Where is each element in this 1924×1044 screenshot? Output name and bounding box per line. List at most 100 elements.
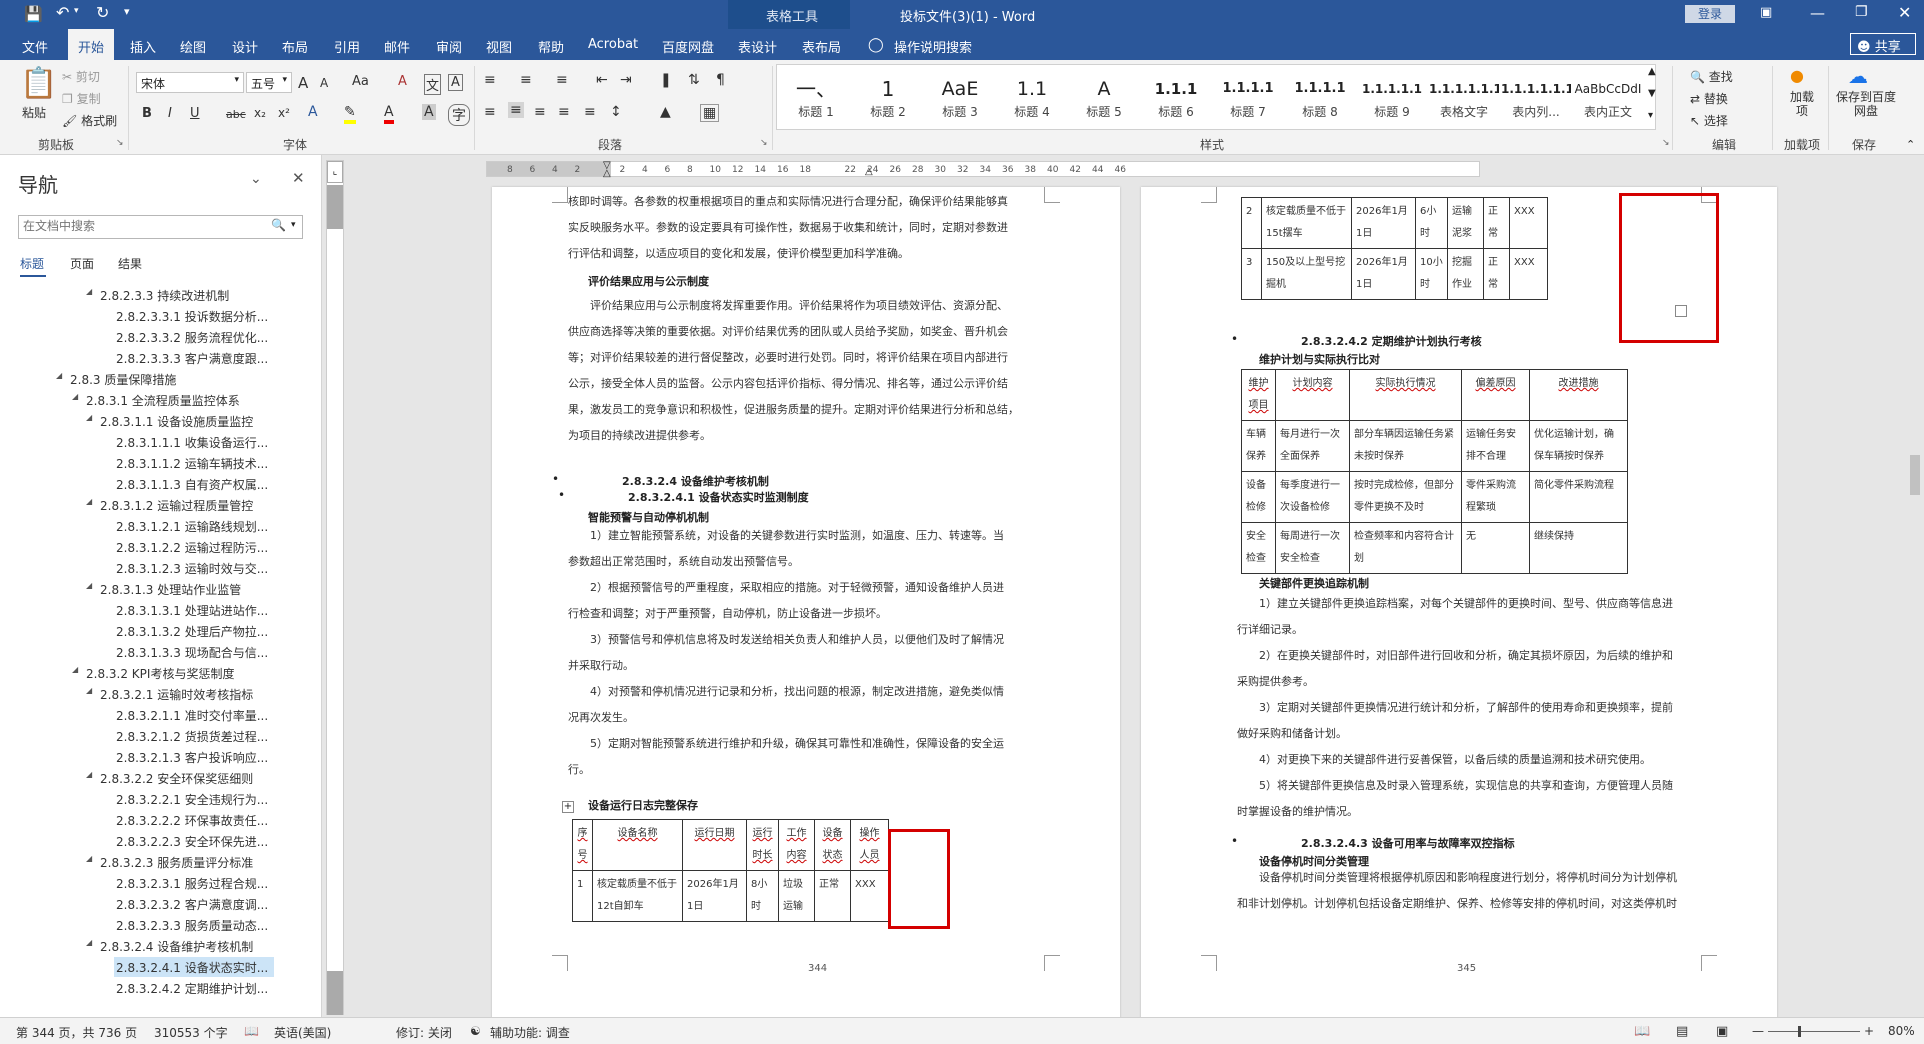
chinese-layout-icon[interactable]: ❚ [660, 72, 672, 88]
print-layout-icon[interactable]: ▤ [1676, 1024, 1688, 1039]
save-to-baidu-button[interactable]: 保存到百度网盘 [1836, 90, 1896, 118]
table-cell[interactable]: 挖掘作业 [1447, 248, 1484, 300]
nav-heading-item[interactable]: 2.8.3.2.2.3 安全环保先进... [114, 831, 344, 851]
distributed-icon[interactable]: ≡ [584, 104, 596, 120]
login-button[interactable]: 登录 [1685, 5, 1735, 23]
style-item[interactable]: AaE 标题 3 [925, 73, 995, 129]
nav-heading-item[interactable]: 2.8.3.2.3 服务质量评分标准 [98, 852, 328, 872]
expand-collapse-icon[interactable]: ◢ [86, 686, 92, 695]
style-item[interactable]: A 标题 5 [1069, 73, 1139, 129]
tab-design[interactable]: 设计 [232, 37, 258, 56]
nav-heading-item[interactable]: 2.8.3.1.2.3 运输时效与交... [114, 558, 344, 578]
read-mode-icon[interactable]: 📖 [1634, 1024, 1650, 1039]
table-cell[interactable]: 10小时 [1415, 248, 1448, 300]
table-cell[interactable]: 1 [572, 870, 593, 922]
expand-collapse-icon[interactable]: ◢ [72, 392, 78, 401]
table-cell[interactable]: 8小时 [746, 870, 779, 922]
multilevel-list-icon[interactable]: ≡ [556, 72, 568, 88]
table-cell[interactable]: 正常 [814, 870, 851, 922]
expand-collapse-icon[interactable]: ◢ [86, 770, 92, 779]
table-cell[interactable]: 每季度进行一次设备检修 [1275, 471, 1350, 523]
tab-baidu[interactable]: 百度网盘 [662, 37, 714, 56]
expand-collapse-icon[interactable]: ◢ [86, 287, 92, 296]
align-center-icon[interactable]: ≡ [508, 102, 524, 118]
nav-heading-item[interactable]: 2.8.3.2.2.1 安全违规行为... [114, 789, 344, 809]
bold-button[interactable]: B [142, 106, 152, 121]
tab-selector[interactable]: ⌞ [327, 161, 343, 183]
increase-indent-icon[interactable]: ⇥ [620, 72, 632, 88]
close-icon[interactable]: ✕ [1898, 3, 1911, 22]
table-cell[interactable]: XXX [1509, 248, 1548, 300]
table-cell[interactable]: 正常 [1483, 197, 1510, 249]
gallery-scroll-up-icon[interactable]: ▲ [1648, 66, 1656, 77]
paste-icon[interactable]: 📋 [20, 66, 57, 101]
replace-button[interactable]: ⇄ 替换 [1690, 90, 1728, 107]
font-name-combo[interactable]: 宋体 ▾ [136, 72, 244, 93]
justify-icon[interactable]: ≡ [558, 104, 570, 120]
table-cell[interactable]: 垃圾运输 [778, 870, 815, 922]
table-cell[interactable]: 2026年1月1日 [1351, 197, 1416, 249]
nav-heading-item[interactable]: 2.8.3.2.1.1 准时交付率量... [114, 705, 344, 725]
nav-heading-item[interactable]: 2.8.3.2.4.2 定期维护计划... [114, 978, 344, 998]
nav-heading-item[interactable]: 2.8.3.1.1.2 运输车辆技术... [114, 453, 344, 473]
table-cell[interactable]: 继续保持 [1529, 522, 1628, 574]
nav-heading-item[interactable]: 2.8.3.1.2.2 运输过程防污... [114, 537, 344, 557]
table-cell[interactable]: 正常 [1483, 248, 1510, 300]
cut-button[interactable]: ✂ 剪切 [62, 68, 100, 85]
dialog-launcher-icon[interactable]: ↘ [1662, 138, 1670, 148]
table-cell[interactable]: 零件采购流程繁琐 [1461, 471, 1530, 523]
ribbon-display-icon[interactable]: ▣ [1760, 5, 1772, 20]
dialog-launcher-icon[interactable]: ↘ [760, 138, 768, 148]
nav-heading-item[interactable]: 2.8.3.1.1 设备设施质量监控 [98, 411, 328, 431]
font-size-combo[interactable]: 五号 ▾ [246, 72, 292, 93]
gallery-scroll-down-icon[interactable]: ▼ [1648, 88, 1656, 99]
style-item[interactable]: 1.1.1.1.1.1 表格文字 [1429, 73, 1499, 129]
hanging-indent-marker[interactable]: △ [603, 168, 611, 179]
search-options-icon[interactable]: ▾ [291, 220, 296, 230]
table-move-handle-icon[interactable]: + [562, 801, 574, 813]
undo-icon[interactable]: ↶ [56, 3, 69, 22]
shrink-font-button[interactable]: A [320, 76, 328, 90]
word-count[interactable]: 310553 个字 [154, 1024, 228, 1041]
nav-heading-item[interactable]: 2.8.2.3.3 持续改进机制 [98, 285, 328, 305]
tab-insert[interactable]: 插入 [130, 37, 156, 56]
tab-view[interactable]: 视图 [486, 37, 512, 56]
table-cell[interactable]: 3 [1241, 248, 1262, 300]
table-cell[interactable]: 每周进行一次安全检查 [1275, 522, 1350, 574]
tell-me-search[interactable]: 操作说明搜索 [894, 37, 972, 56]
search-icon[interactable]: 🔍 [271, 218, 286, 232]
borders-icon[interactable]: ▦ [700, 104, 720, 122]
tab-mailings[interactable]: 邮件 [384, 37, 410, 56]
maximize-icon[interactable]: ❐ [1855, 4, 1868, 20]
customize-qat-icon[interactable]: ▾ [124, 5, 130, 18]
char-shading-icon[interactable]: A [422, 104, 436, 120]
table-cell[interactable]: 安全检查 [1241, 522, 1276, 574]
table-cell[interactable]: 检查频率和内容符合计划 [1349, 522, 1462, 574]
paste-button[interactable]: 粘贴 [22, 104, 46, 121]
save-icon[interactable]: 💾 [24, 5, 43, 23]
gallery-more-icon[interactable]: ▾ [1648, 110, 1653, 121]
tab-acrobat[interactable]: Acrobat [588, 37, 638, 52]
decrease-indent-icon[interactable]: ⇤ [596, 72, 608, 88]
change-case-button[interactable]: Aa [352, 74, 369, 89]
table-cell[interactable]: 2026年1月1日 [1351, 248, 1416, 300]
subscript-button[interactable]: x₂ [254, 106, 266, 120]
expand-collapse-icon[interactable]: ◢ [56, 371, 62, 380]
nav-tab-results[interactable]: 结果 [118, 255, 142, 272]
addins-icon[interactable]: ● [1790, 66, 1804, 85]
nav-heading-item[interactable]: 2.8.3.1.2 运输过程质量管控 [98, 495, 328, 515]
numbering-icon[interactable]: ≡ [520, 72, 532, 88]
style-item[interactable]: 1.1 标题 4 [997, 73, 1067, 129]
table-cell[interactable]: 部分车辆因运输任务紧未按时保养 [1349, 420, 1462, 472]
table-cell[interactable]: 车辆保养 [1241, 420, 1276, 472]
tab-review[interactable]: 审阅 [436, 37, 462, 56]
table-cell[interactable]: 按时完成检修，但部分零件更换不及时 [1349, 471, 1462, 523]
grow-font-button[interactable]: A [298, 74, 308, 92]
nav-heading-item[interactable]: 2.8.2.3.3.1 投诉数据分析... [114, 306, 344, 326]
expand-collapse-icon[interactable]: ◢ [86, 938, 92, 947]
table-cell[interactable]: 150及以上型号挖掘机 [1261, 248, 1352, 300]
table-cell[interactable]: 核定载质量不低于12t自卸车 [592, 870, 683, 922]
tab-home[interactable]: 开始 [68, 29, 115, 60]
style-item[interactable]: 1.1.1.1.1.1 表内列... [1501, 73, 1571, 129]
style-item[interactable]: AaBbCcDdI 表内正文 [1573, 73, 1643, 129]
